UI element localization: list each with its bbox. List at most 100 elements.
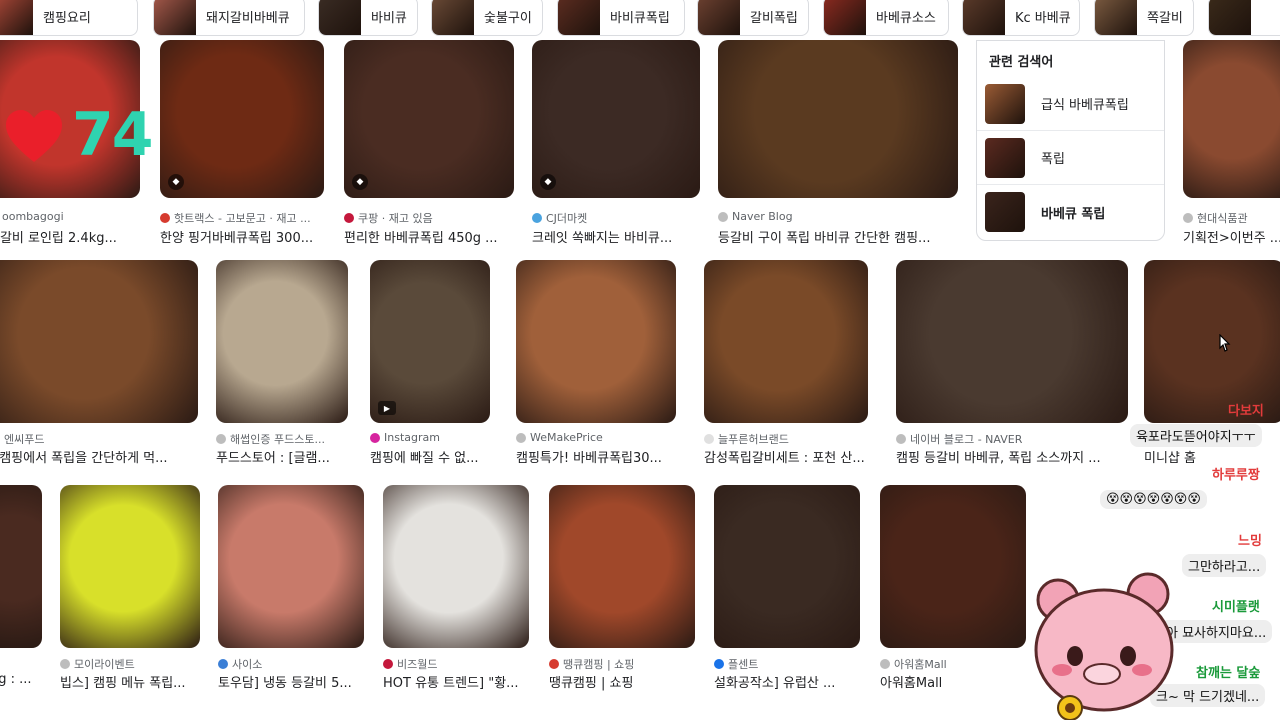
source-name: 사이소 [232,658,263,671]
result-source[interactable]: 핫트랙스 - 고보문고 · 재고 ... [160,210,324,226]
result-source[interactable]: oombagogi [0,210,140,223]
result-thumbnail[interactable] [714,485,860,648]
result-title[interactable]: 등갈비 구이 폭립 바비큐 간단한 캠핑... [718,227,962,246]
image-result-card[interactable]: WeMakePrice 캠핑특가! 바베큐폭립30... [516,260,676,466]
chip-8[interactable]: Kc 바베큐 [962,0,1080,36]
image-result-card[interactable]: 현대식품관기획전>이번주 ... [1183,40,1280,246]
image-result-card[interactable]: 플센트 설화공작소] 유럽산 ... [714,485,860,691]
result-title[interactable]: 캠핑에 빠질 수 없... [370,447,494,466]
result-title[interactable]: 편리한 바베큐폭립 450g ... [344,227,518,246]
image-result-card[interactable]: 네이버 블로그 - NAVER 캠핑 등갈비 바베큐, 폭립 소스까지 ... [896,260,1128,466]
image-result-card[interactable]: 해썹인증 푸드스토... 푸드스토어 : [글램... [216,260,348,466]
chip-6[interactable]: 갈비폭립 [697,0,809,36]
result-thumbnail[interactable] [718,40,958,198]
result-thumbnail[interactable] [218,485,364,648]
result-source[interactable]: WeMakePrice [516,431,676,444]
result-thumbnail[interactable] [896,260,1128,423]
result-thumbnail[interactable] [516,260,676,423]
result-thumbnail[interactable] [549,485,695,648]
related-search-item[interactable]: 폭립 [977,131,1164,185]
image-result-card[interactable]: 늘푸른허브랜드 감성폭립갈비세트 : 포천 산... [704,260,868,466]
result-source[interactable]: 사이소 [218,656,364,672]
result-title[interactable]: 캠핑 등갈비 바베큐, 폭립 소스까지 ... [896,447,1132,466]
related-search-item[interactable]: 바베큐 폭립 [977,185,1164,239]
chip-10[interactable] [1208,0,1280,36]
source-name: Naver Blog [732,210,793,223]
chat-username: 느밍 [1238,534,1262,549]
result-thumbnail[interactable] [532,40,700,198]
result-title[interactable]: 감성폭립갈비세트 : 포천 산... [704,447,872,466]
result-source[interactable]: 쿠팡 · 재고 있음 [344,210,514,226]
image-result-card[interactable]: ◆ 핫트랙스 - 고보문고 · 재고 ... 한양 핑거바베큐폭립 300... [160,40,324,246]
image-result-card[interactable]: 사이소 토우담] 냉동 등갈비 5... [218,485,364,691]
result-source[interactable] [0,656,42,666]
chip-7[interactable]: 바베큐소스 [823,0,949,36]
result-thumbnail[interactable] [0,260,198,423]
result-source[interactable]: 아워홈Mall [880,656,1026,672]
result-title[interactable]: 한양 핑거바베큐폭립 300... [160,227,328,246]
result-title[interactable]: 기획전>이번주 ... [1183,227,1280,246]
source-name: 쿠팡 · 재고 있음 [358,212,433,225]
result-title[interactable]: ] 캠핑에서 폭립을 간단하게 먹... [0,447,202,466]
image-result-card[interactable]: ▶ Instagram 캠핑에 빠질 수 없... [370,260,490,466]
chip-3[interactable]: 바비큐 [318,0,418,36]
related-search-item[interactable]: 급식 바베큐폭립 [977,77,1164,131]
result-title[interactable]: 설화공작소] 유럽산 ... [714,672,864,691]
chip-label: 돼지갈비바베큐 [206,10,290,26]
result-thumbnail[interactable] [0,485,42,648]
result-thumbnail[interactable] [216,260,348,423]
result-title[interactable]: 0g : ... [0,672,46,687]
result-source[interactable]: 플센트 [714,656,860,672]
result-thumbnail[interactable] [60,485,200,648]
result-thumbnail[interactable] [1144,260,1280,423]
image-result-card[interactable]: 비즈월드 HOT 유통 트렌드] "황... [383,485,529,691]
result-thumbnail[interactable] [383,485,529,648]
result-source[interactable]: 엔씨푸드 [0,431,198,447]
chip-1[interactable]: 캠핑요리 [0,0,138,36]
result-title[interactable]: 빕스] 캠핑 메뉴 폭립... [60,672,204,691]
source-favicon-icon [549,659,559,669]
result-source[interactable]: 늘푸른허브랜드 [704,431,868,447]
result-title[interactable]: 푸드스토어 : [글램... [216,447,352,466]
image-result-card[interactable]: ◆ 쿠팡 · 재고 있음 편리한 바베큐폭립 450g ... [344,40,514,246]
result-title[interactable]: HOT 유통 트렌드] "황... [383,672,533,691]
chip-9[interactable]: 쪽갈비 [1094,0,1194,36]
result-title[interactable]: 캠핑특가! 바베큐폭립30... [516,447,680,466]
result-title[interactable]: 크레잇 쏙빠지는 바비큐... [532,227,704,246]
result-thumbnail[interactable] [1183,40,1280,198]
result-thumbnail[interactable] [344,40,514,198]
image-result-card[interactable]: 아워홈Mall 아워홈Mall [880,485,1026,691]
result-thumbnail[interactable] [370,260,490,423]
result-source[interactable]: Naver Blog [718,210,958,223]
image-result-card[interactable]: ◆ CJ더마켓 크레잇 쏙빠지는 바비큐... [532,40,700,246]
image-result-card[interactable]: Naver Blog 등갈비 구이 폭립 바비큐 간단한 캠핑... [718,40,958,246]
image-result-card[interactable]: 모이라이벤트 빕스] 캠핑 메뉴 폭립... [60,485,200,691]
image-result-card[interactable]: 엔씨푸드] 캠핑에서 폭립을 간단하게 먹... [0,260,198,466]
source-name: 현대식품관 [1197,212,1248,225]
chip-5[interactable]: 바비큐폭립 [557,0,685,36]
image-result-card[interactable]: 0g : ... [0,485,42,687]
result-thumbnail[interactable] [880,485,1026,648]
result-title[interactable]: 등갈비 로인립 2.4kg... [0,227,144,246]
result-source[interactable]: 땡큐캠핑 | 쇼핑 [549,656,695,672]
result-source[interactable]: 네이버 블로그 - NAVER [896,431,1128,447]
result-title[interactable]: 아워홈Mall [880,672,1030,691]
chip-2[interactable]: 돼지갈비바베큐 [153,0,305,36]
chat-username: 시미플랫 [1212,600,1260,615]
result-source[interactable]: CJ더마켓 [532,210,700,226]
source-favicon-icon [880,659,890,669]
result-thumbnail[interactable] [160,40,324,198]
result-source[interactable]: 현대식품관 [1183,210,1280,226]
chip-label: 갈비폭립 [750,10,798,26]
chip-4[interactable]: 숯불구이 [431,0,543,36]
result-title[interactable]: 땡큐캠핑 | 쇼핑 [549,672,699,691]
result-thumbnail[interactable] [704,260,868,423]
result-source[interactable]: Instagram [370,431,490,444]
chip-thumbnail [824,0,866,35]
result-source[interactable]: 비즈월드 [383,656,529,672]
result-title[interactable]: 토우담] 냉동 등갈비 5... [218,672,368,691]
result-source[interactable]: 해썹인증 푸드스토... [216,431,348,447]
related-label: 폭립 [1041,152,1065,167]
image-result-card[interactable]: 땡큐캠핑 | 쇼핑 땡큐캠핑 | 쇼핑 [549,485,695,691]
result-source[interactable]: 모이라이벤트 [60,656,200,672]
